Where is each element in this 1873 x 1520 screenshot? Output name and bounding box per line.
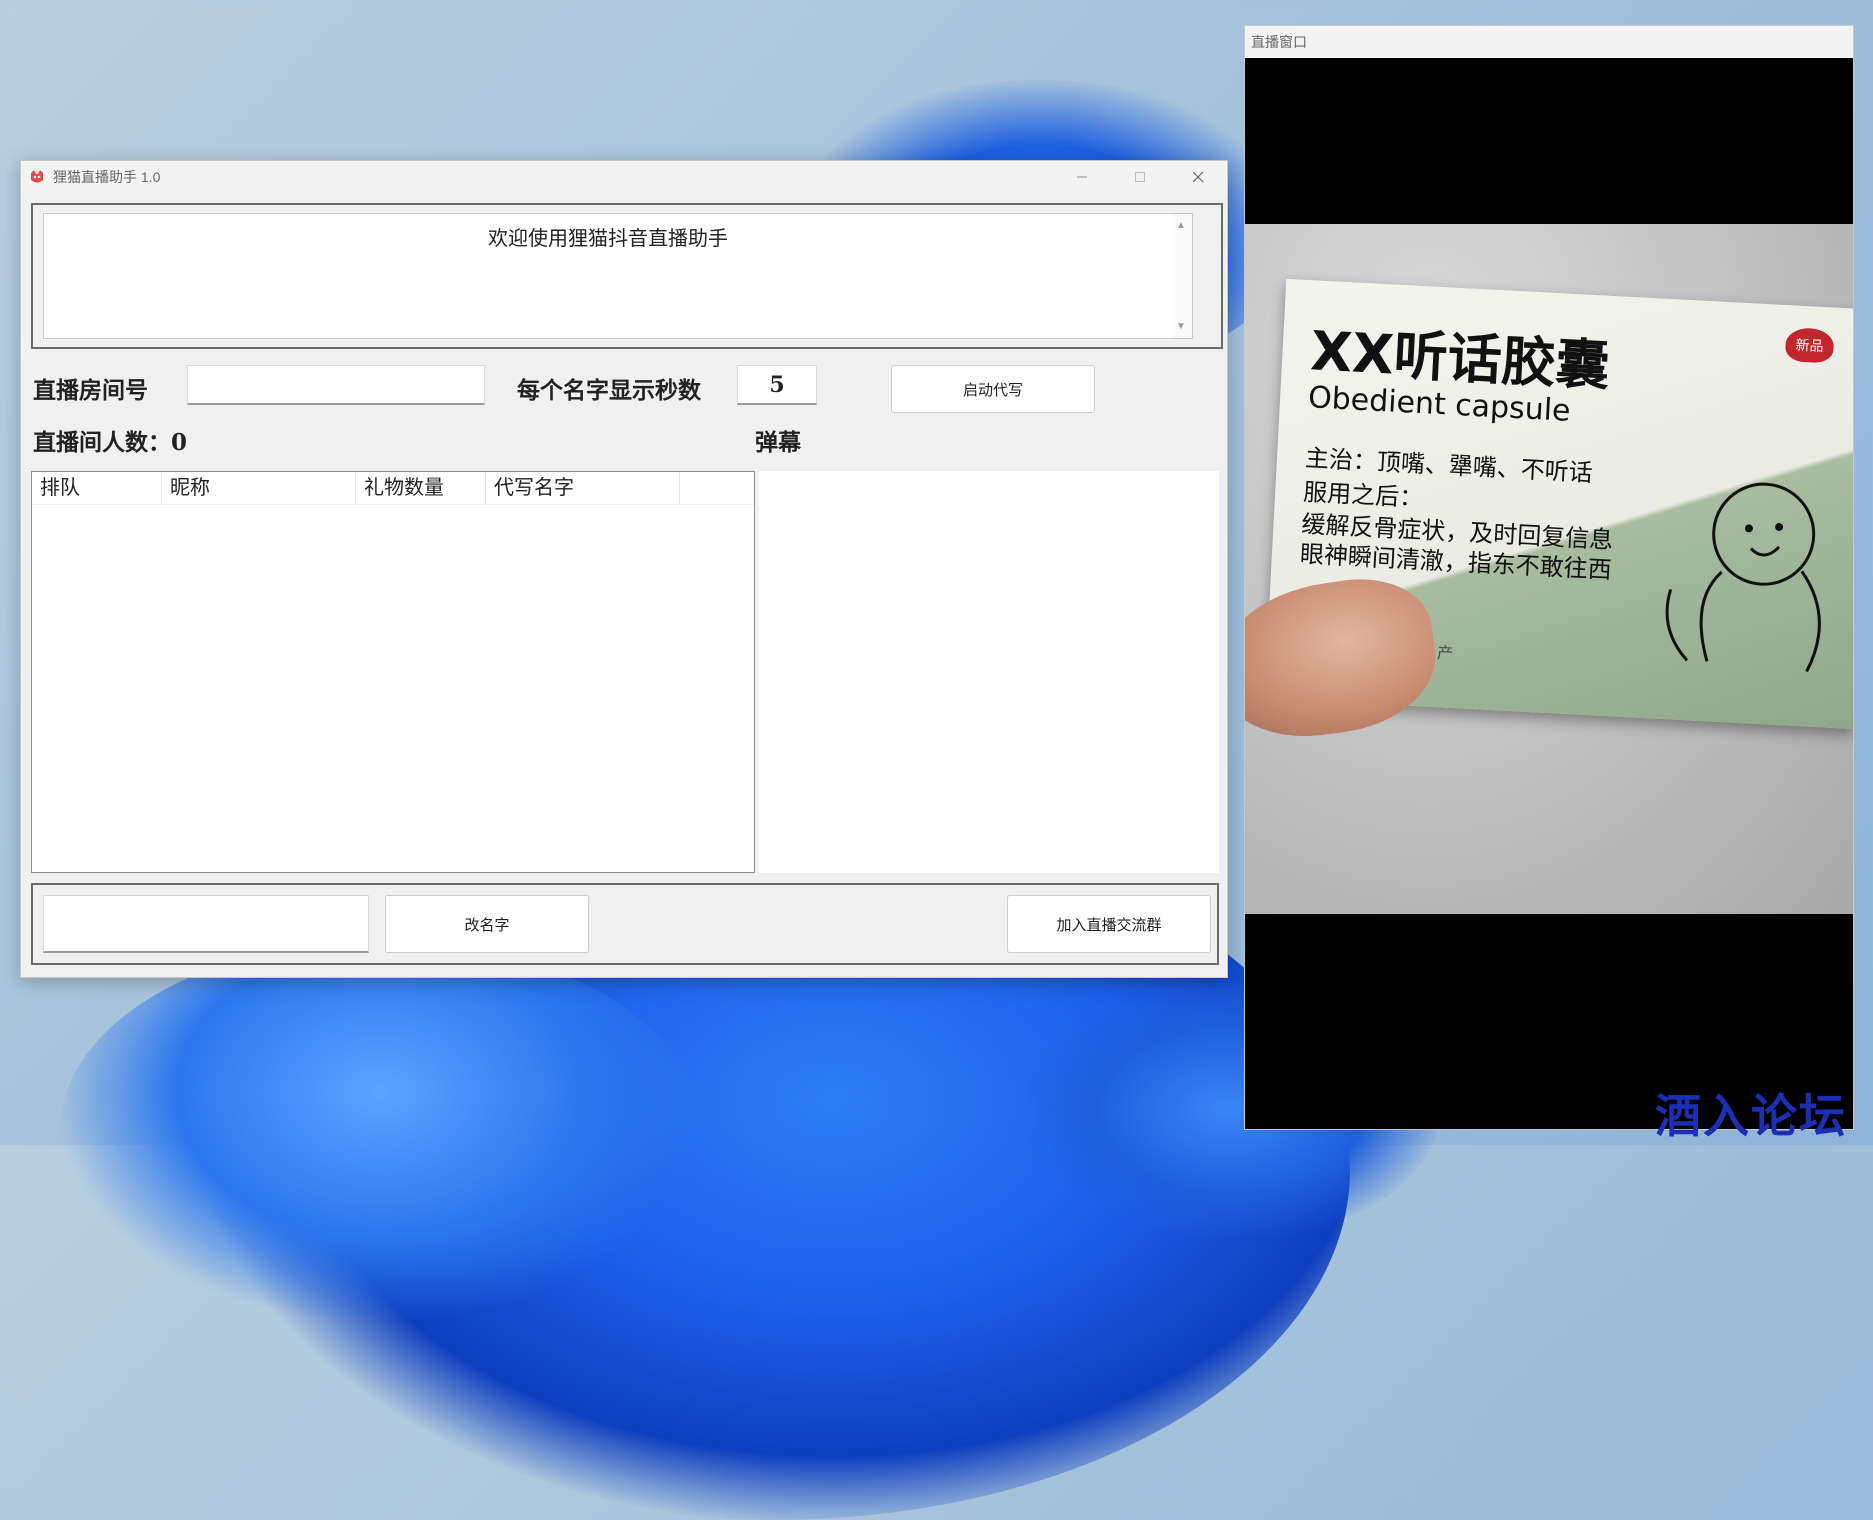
bottom-panel: 改名字 加入直播交流群 (31, 883, 1219, 965)
seconds-per-name-input[interactable]: 5 (737, 365, 817, 405)
maximize-button[interactable] (1111, 161, 1169, 193)
window-title: 狸猫直播助手 1.0 (53, 169, 161, 185)
cartoon-figure-icon (1665, 482, 1821, 673)
wallpaper-bloom (60, 940, 700, 1320)
column-header-nickname[interactable]: 昵称 (162, 472, 356, 504)
scroll-up-icon[interactable]: ▲ (1176, 220, 1186, 231)
welcome-textbox[interactable]: 欢迎使用狸猫抖音直播助手 ▲ ▼ (43, 213, 1193, 339)
rename-input[interactable] (43, 895, 369, 953)
scroll-down-icon[interactable]: ▼ (1176, 321, 1186, 332)
column-header-ghostwrite-name[interactable]: 代写名字 (486, 472, 680, 504)
welcome-text: 欢迎使用狸猫抖音直播助手 (488, 228, 728, 250)
seconds-per-name-label: 每个名字显示秒数 (517, 377, 701, 404)
viewer-count-value: 0 (171, 429, 188, 456)
live-window-title: 直播窗口 (1251, 34, 1307, 50)
join-group-button[interactable]: 加入直播交流群 (1007, 895, 1211, 953)
welcome-panel: 欢迎使用狸猫抖音直播助手 ▲ ▼ (31, 203, 1223, 349)
welcome-scrollbar[interactable]: ▲ ▼ (1172, 214, 1192, 338)
queue-table[interactable]: 排队 昵称 礼物数量 代写名字 (31, 471, 755, 873)
rename-button[interactable]: 改名字 (385, 895, 589, 953)
app-window: 狸猫直播助手 1.0 欢迎使用狸猫抖音直播助手 ▲ ▼ 直播房间号 每个名字显示… (20, 160, 1228, 978)
viewer-count-label: 直播间人数：0 (33, 423, 187, 457)
viewer-count-caption: 直播间人数： (33, 429, 171, 456)
minimize-icon (1077, 176, 1087, 178)
live-window-title-bar[interactable]: 直播窗口 (1245, 26, 1853, 58)
title-bar[interactable]: 狸猫直播助手 1.0 (21, 161, 1227, 193)
start-ghostwrite-button[interactable]: 启动代写 (891, 365, 1095, 413)
new-product-badge: 新品 (1784, 327, 1835, 364)
danmaku-label: 弹幕 (755, 429, 801, 456)
maximize-icon (1135, 172, 1145, 182)
room-number-label: 直播房间号 (33, 377, 148, 404)
queue-table-header: 排队 昵称 礼物数量 代写名字 (32, 472, 754, 505)
minimize-button[interactable] (1053, 161, 1111, 193)
live-video-frame: XX听话胶囊 新品 Obedient capsule 主治：顶嘴、犟嘴、不听话 … (1245, 224, 1853, 914)
column-header-gift-count[interactable]: 礼物数量 (356, 472, 486, 504)
column-header-queue[interactable]: 排队 (32, 472, 162, 504)
cat-app-icon (29, 169, 45, 185)
room-number-input[interactable] (187, 365, 485, 405)
danmaku-list[interactable] (759, 471, 1219, 873)
close-icon (1192, 171, 1204, 183)
live-window: 直播窗口 XX听话胶囊 新品 Obedient capsule 主治：顶嘴、犟嘴… (1244, 25, 1854, 1130)
close-button[interactable] (1169, 161, 1227, 193)
forum-watermark: 酒入论坛 (1655, 1089, 1847, 1143)
